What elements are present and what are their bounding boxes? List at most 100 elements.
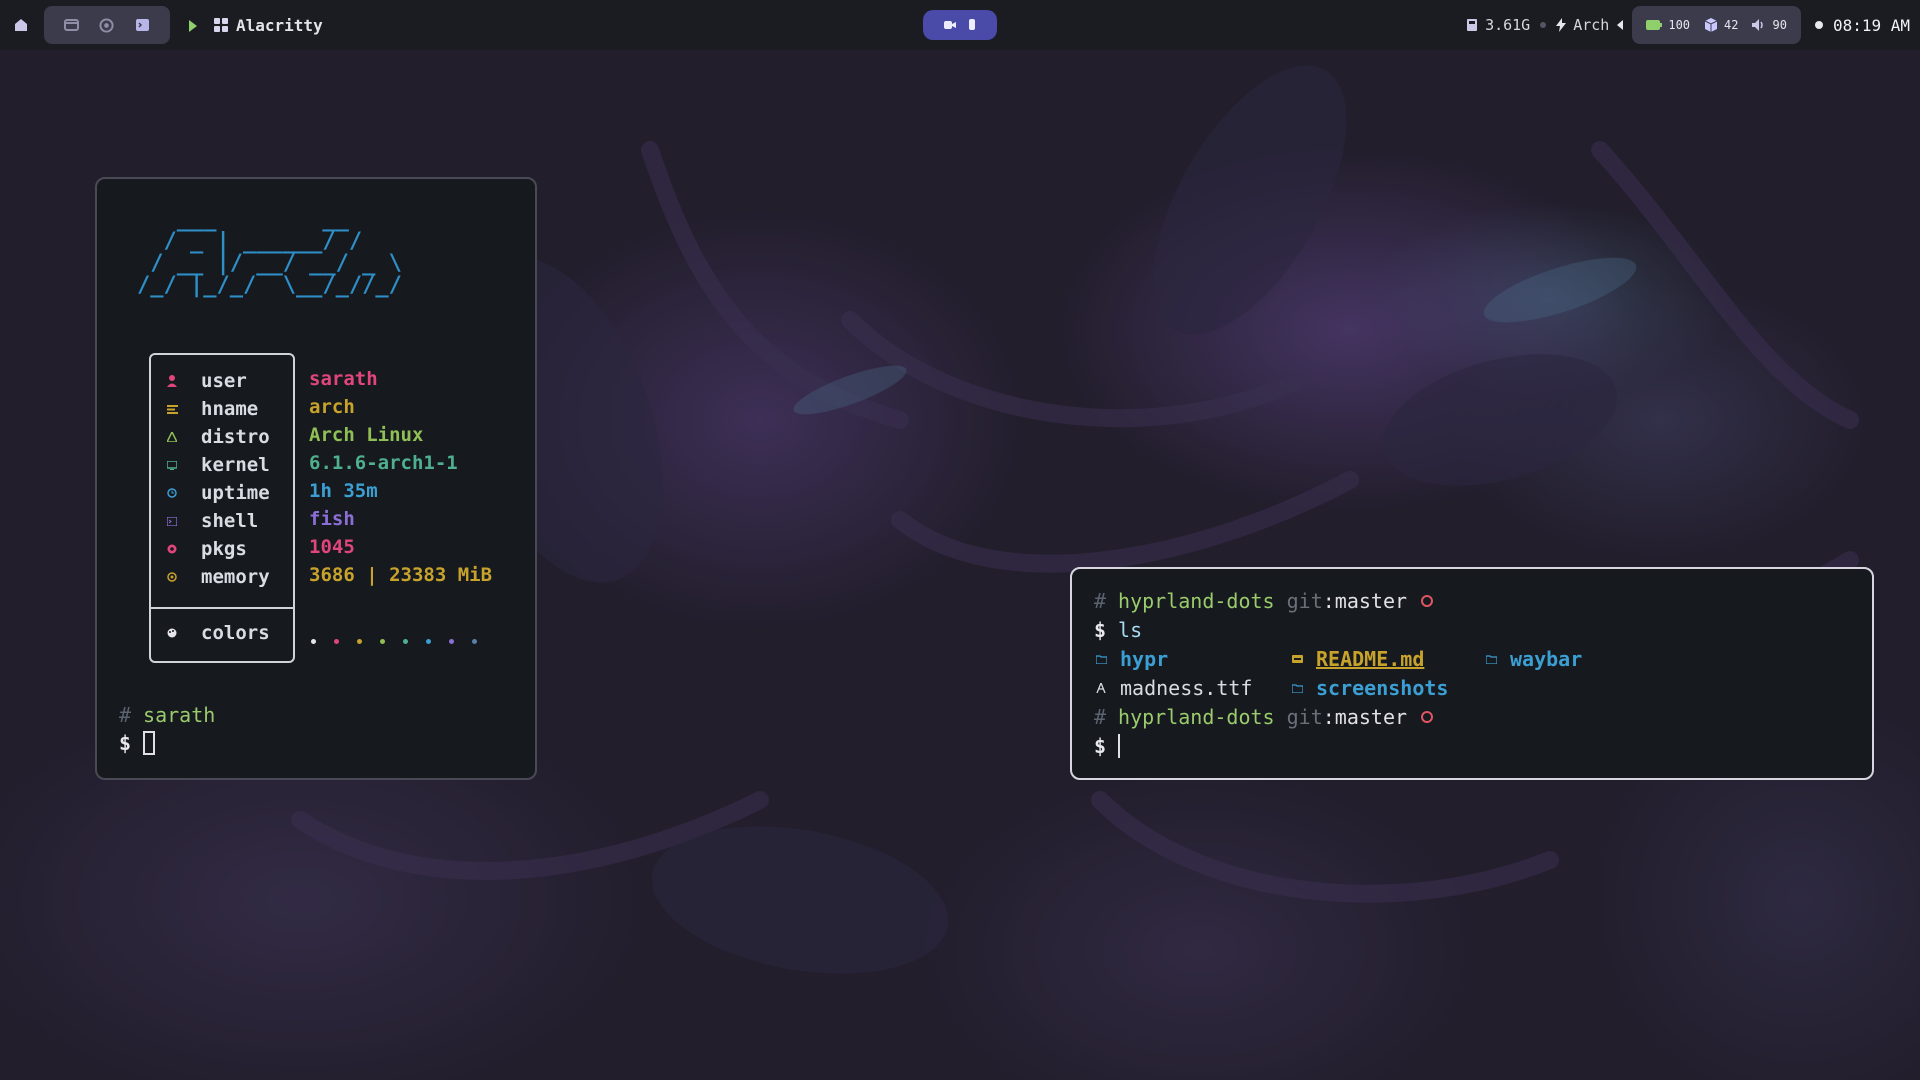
info-row-memory: memory <box>151 563 270 591</box>
info-value: 6.1.6-arch1-1 <box>309 452 458 474</box>
info-row-pkgs: pkgs <box>151 535 247 563</box>
distro-indicator[interactable]: Arch <box>1556 16 1624 34</box>
prompt-dir: hyprland-dots <box>1118 589 1275 613</box>
file-name: README.md <box>1316 647 1425 671</box>
workspace-files-icon[interactable] <box>64 17 80 33</box>
info-label: colors <box>201 622 270 644</box>
shell-terminal-window[interactable]: # hyprland-dots git :master $ ls hypr RE… <box>1070 567 1874 780</box>
hostname-icon <box>165 402 179 416</box>
active-window-title: Alacritty <box>214 16 323 35</box>
git-label: git <box>1286 589 1323 613</box>
git-branch: :master <box>1322 705 1408 729</box>
info-value: 1h 35m <box>309 480 378 502</box>
cursor[interactable] <box>143 731 156 755</box>
file-name: hypr <box>1120 647 1169 671</box>
palette-dot <box>472 638 477 644</box>
info-value: Arch Linux <box>309 424 424 446</box>
fetch-terminal-window[interactable]: ___ __ / _ | ______/ / / __ |/ __/ __/ _… <box>95 177 537 780</box>
info-labels-box: user hname distro kernel uptime shell pk… <box>149 353 295 663</box>
info-row-user: user <box>151 367 247 395</box>
prompt-symbol: $ <box>119 731 132 755</box>
info-value-distro: Arch Linux <box>309 421 423 449</box>
microphone-icon <box>969 19 975 30</box>
info-label: pkgs <box>201 538 247 560</box>
ls-entry-markdown[interactable]: README.md <box>1290 645 1424 673</box>
packages-value: 42 <box>1724 18 1739 32</box>
battery-icon <box>1646 20 1663 30</box>
memory-icon <box>165 570 179 584</box>
battery-status[interactable]: 100 <box>1646 18 1690 32</box>
git-status-icon <box>1421 711 1434 723</box>
info-value-memory: 3686 | 23383 MiB <box>309 561 492 589</box>
ls-entry-folder[interactable]: waybar <box>1484 645 1582 673</box>
ls-entry-folder[interactable]: screenshots <box>1290 674 1448 702</box>
prompt-dir: sarath <box>143 703 216 727</box>
workspace-terminal-icon[interactable] <box>134 17 150 33</box>
prompt-symbol: $ <box>1094 618 1107 642</box>
info-value-uptime: 1h 35m <box>309 477 378 505</box>
command-line: $ ls <box>1094 616 1142 644</box>
info-row-hname: hname <box>151 395 258 423</box>
palette-dot <box>357 638 362 644</box>
ls-entry-font[interactable]: madness.ttf <box>1094 674 1252 702</box>
ls-entry-folder[interactable]: hypr <box>1094 645 1168 673</box>
file-name: madness.ttf <box>1120 676 1253 700</box>
info-value-pkgs: 1045 <box>309 533 355 561</box>
bolt-icon <box>1556 18 1567 32</box>
info-separator <box>151 607 293 609</box>
prompt-hash: # <box>1094 705 1107 729</box>
font-icon <box>1094 681 1108 695</box>
volume-status[interactable]: 90 <box>1752 18 1787 32</box>
prompt-line-2: # hyprland-dots git :master <box>1094 703 1434 731</box>
play-icon[interactable] <box>188 18 200 32</box>
palette-dot <box>334 638 339 644</box>
info-label: shell <box>201 510 259 532</box>
memory-icon <box>1467 19 1478 31</box>
packages-status[interactable]: 42 <box>1704 18 1738 32</box>
top-bar: Alacritty 3.61G Arch 100 42 90 08:19 AM <box>0 0 1920 50</box>
info-label: uptime <box>201 482 270 504</box>
info-label: user <box>201 370 247 392</box>
volume-icon <box>1752 19 1764 31</box>
memory-usage[interactable]: 3.61G <box>1466 16 1530 34</box>
info-value: arch <box>309 396 355 418</box>
ascii-line: / _ | ______/ / <box>137 229 363 254</box>
info-value-hname: arch <box>309 393 355 421</box>
chevron-left-icon[interactable] <box>1616 19 1624 31</box>
info-label: distro <box>201 426 270 448</box>
shell-icon <box>165 514 179 528</box>
folder-icon <box>1290 681 1304 695</box>
camera-icon <box>944 21 956 29</box>
home-icon[interactable] <box>12 16 30 34</box>
folder-icon <box>1484 652 1498 666</box>
prompt-input-line[interactable]: $ <box>119 729 156 757</box>
workspace-switcher <box>44 6 170 44</box>
kernel-icon <box>165 458 179 472</box>
info-row-kernel: kernel <box>151 451 270 479</box>
palette-dot <box>449 638 454 644</box>
file-name: waybar <box>1510 647 1583 671</box>
cursor[interactable] <box>1118 734 1121 758</box>
memory-value: 3.61G <box>1485 16 1531 34</box>
folder-icon <box>1094 652 1108 666</box>
workspace-browser-icon[interactable] <box>99 17 115 33</box>
info-value-kernel: 6.1.6-arch1-1 <box>309 449 458 477</box>
separator-dot <box>1540 22 1547 28</box>
volume-value: 90 <box>1772 18 1787 32</box>
prompt-hash: # <box>119 703 132 727</box>
clock[interactable]: 08:19 AM <box>1833 16 1910 35</box>
info-row-colors: colors <box>151 619 270 647</box>
palette-dot <box>403 638 408 644</box>
info-value: fish <box>309 508 355 530</box>
prompt-input-line[interactable]: $ <box>1094 732 1121 760</box>
info-label: hname <box>201 398 259 420</box>
distro-icon <box>165 430 179 444</box>
info-row-shell: shell <box>151 507 258 535</box>
info-value-shell: fish <box>309 505 355 533</box>
markdown-icon <box>1290 652 1304 666</box>
info-value: 1045 <box>309 536 355 558</box>
file-name: screenshots <box>1316 676 1449 700</box>
packages-icon <box>165 542 179 556</box>
recording-indicator[interactable] <box>923 10 997 40</box>
info-row-uptime: uptime <box>151 479 270 507</box>
